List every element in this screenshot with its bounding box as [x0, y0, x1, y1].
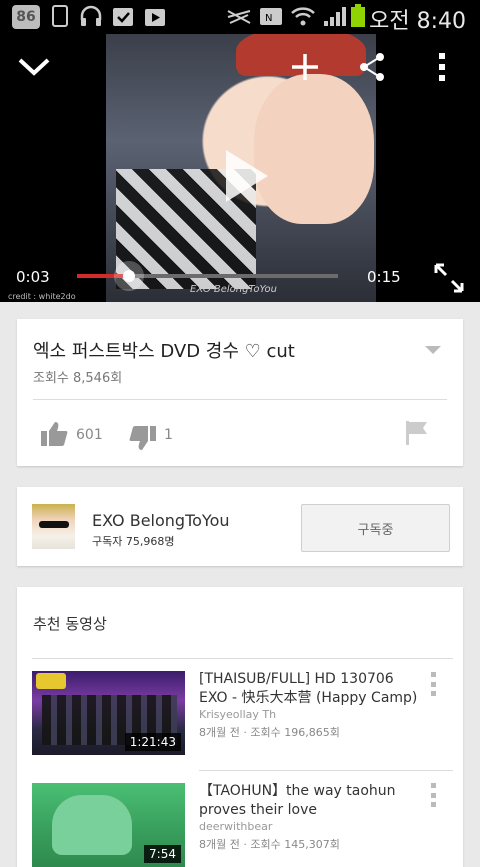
subscriber-count: 구독자 75,968명	[92, 535, 175, 548]
subscribe-button[interactable]: 구독중	[301, 504, 450, 552]
video-title: 엑소 퍼스트박스 DVD 경수 ♡ cut	[33, 341, 295, 362]
play-store-icon	[142, 5, 168, 27]
clipboard-check-icon	[110, 5, 136, 27]
video-meta: 8개월 전 · 조회수 196,865회	[199, 726, 340, 739]
video-title: 【TAOHUN】the way taohun proves their love	[199, 783, 396, 818]
video-thumbnail[interactable]: 1:21:43	[32, 671, 185, 755]
duration-time: 0:15	[367, 268, 401, 286]
headset-icon	[78, 5, 104, 27]
divider	[33, 399, 447, 400]
video-duration: 1:21:43	[124, 733, 181, 751]
more-options-icon[interactable]	[432, 50, 452, 84]
view-count: 조회수 8,546회	[33, 371, 123, 386]
divider	[32, 658, 453, 659]
video-channel: deerwithbear	[199, 820, 273, 833]
more-options-icon[interactable]	[427, 672, 439, 696]
report-flag-icon[interactable]	[402, 419, 432, 447]
video-info-card: 엑소 퍼스트박스 DVD 경수 ♡ cut 조회수 8,546회 601 1	[17, 319, 463, 466]
divider	[199, 770, 453, 771]
video-title: [THAISUB/FULL] HD 130706 EXO - 快乐大本营 (Ha…	[199, 671, 418, 706]
wifi-icon	[290, 5, 316, 27]
video-player[interactable]: credit : white2do EXO BelongToYou 0:03 0…	[0, 34, 480, 302]
play-icon[interactable]	[216, 146, 276, 206]
channel-card: EXO BelongToYou 구독자 75,968명 구독중	[17, 487, 463, 566]
video-watermark: EXO BelongToYou	[190, 284, 277, 295]
like-icon[interactable]	[39, 419, 69, 449]
battery-icon	[350, 4, 366, 27]
channel-logo	[36, 673, 66, 689]
dislike-icon[interactable]	[128, 423, 158, 453]
seek-handle[interactable]	[114, 261, 145, 291]
recommended-card: 추천 동영상 1:21:43 [THAISUB/FULL] HD 130706 …	[17, 587, 463, 867]
current-time: 0:03	[16, 268, 50, 286]
status-bar: 86 N 오전 8:40	[0, 0, 480, 34]
dislike-count: 1	[164, 427, 173, 443]
phone-icon	[50, 5, 70, 27]
signal-icon	[322, 5, 346, 27]
add-to-playlist-icon[interactable]	[288, 50, 322, 84]
video-meta: 8개월 전 · 조회수 145,307회	[199, 838, 340, 851]
share-icon[interactable]	[356, 50, 388, 84]
svg-text:N: N	[265, 13, 272, 24]
video-duration: 7:54	[144, 845, 181, 863]
fullscreen-icon[interactable]	[432, 262, 466, 294]
video-thumbnail[interactable]: 7:54	[32, 783, 185, 867]
channel-avatar[interactable]	[32, 504, 75, 549]
recommended-heading: 추천 동영상	[33, 615, 107, 633]
video-channel: Krisyeollay Th	[199, 708, 277, 721]
video-credit: credit : white2do	[8, 292, 76, 301]
like-count: 601	[76, 427, 103, 443]
thumbnail-figure	[52, 795, 132, 855]
mute-icon	[226, 5, 252, 27]
collapse-chevron-icon[interactable]	[16, 48, 52, 84]
channel-name[interactable]: EXO BelongToYou	[92, 511, 230, 530]
notification-count-badge: 86	[12, 5, 40, 29]
expand-description-icon[interactable]	[422, 343, 444, 357]
more-options-icon[interactable]	[427, 783, 439, 807]
seek-bar[interactable]	[77, 261, 338, 291]
avatar-sunglasses	[39, 521, 69, 528]
nfc-icon: N	[258, 5, 284, 27]
status-time: 오전 8:40	[369, 9, 466, 34]
